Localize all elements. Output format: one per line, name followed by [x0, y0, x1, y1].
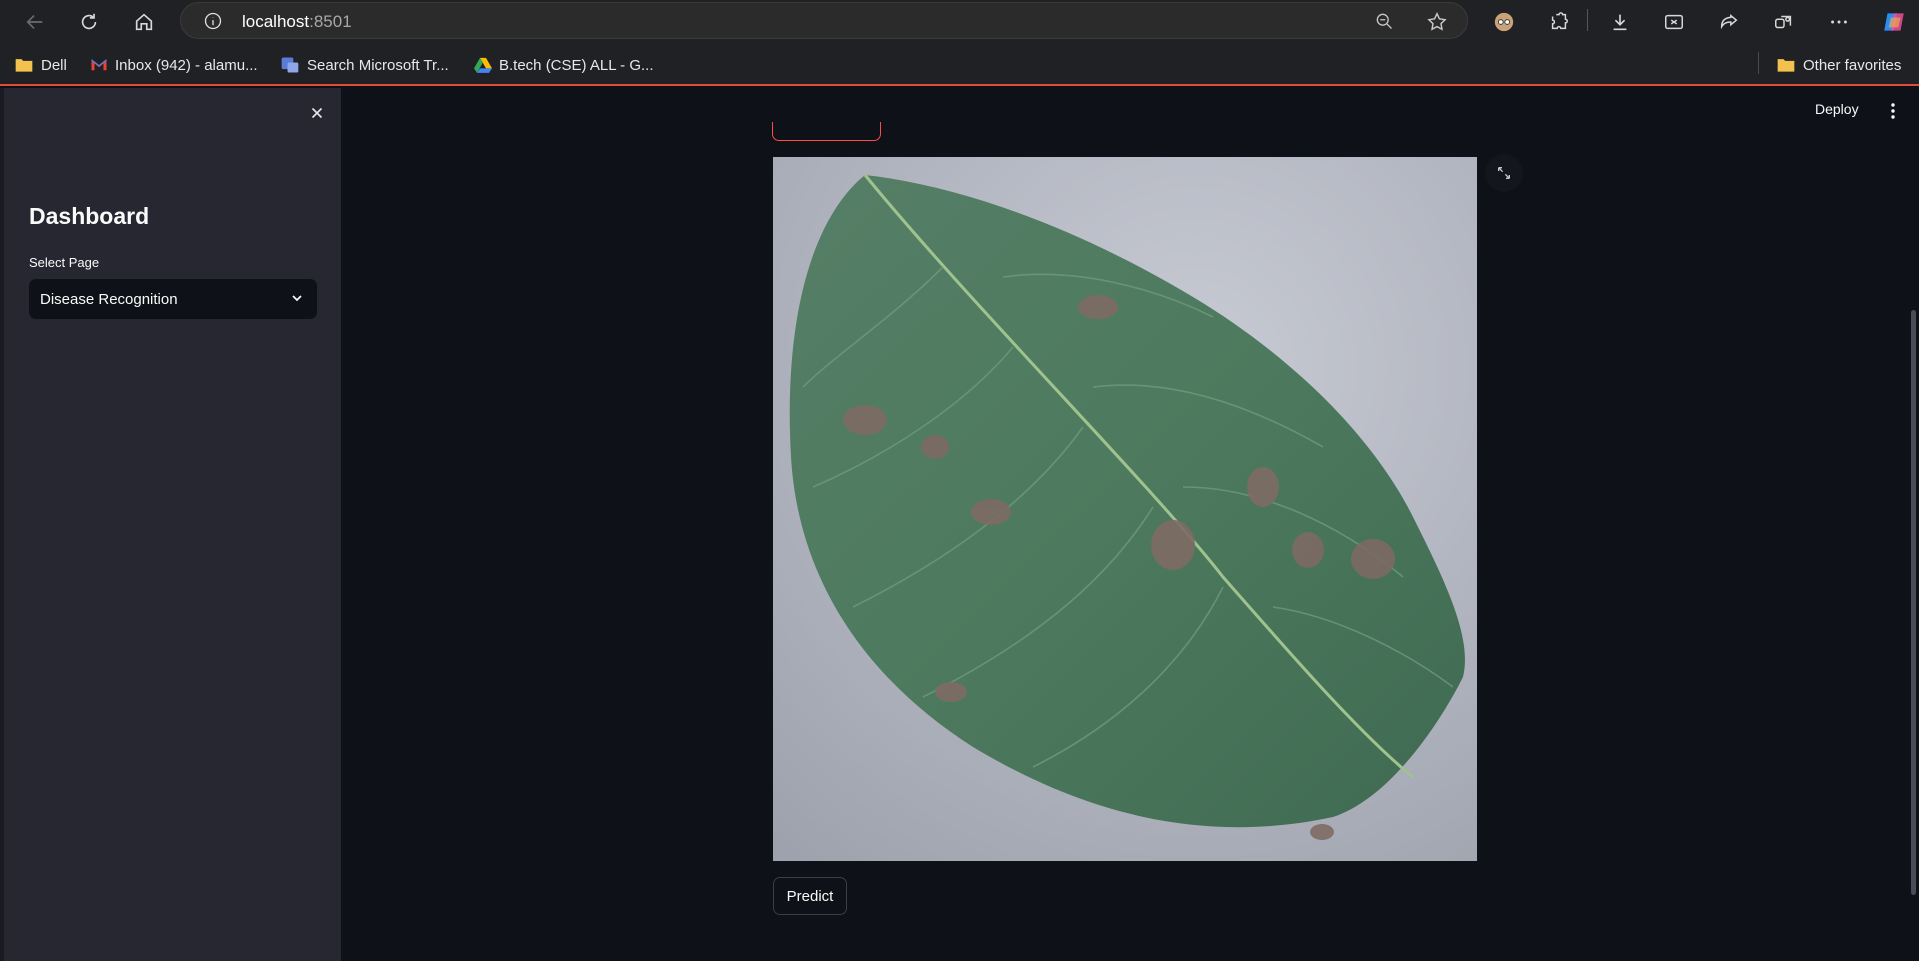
- show-image-button[interactable]: [772, 122, 881, 141]
- close-icon: [311, 107, 323, 119]
- back-button[interactable]: [19, 6, 51, 38]
- favorite-star-icon[interactable]: [1426, 11, 1448, 38]
- bookmark-dell[interactable]: Dell: [14, 54, 67, 76]
- bookmark-label: B.tech (CSE) ALL - G...: [499, 56, 654, 74]
- bookmark-drive[interactable]: B.tech (CSE) ALL - G...: [474, 54, 654, 76]
- uploaded-leaf-image: [773, 157, 1477, 861]
- select-page-value: Disease Recognition: [40, 290, 178, 308]
- extensions-puzzle-icon[interactable]: [1543, 6, 1575, 38]
- collections-icon[interactable]: [1768, 6, 1800, 38]
- bookmarks-divider: [1758, 52, 1759, 74]
- close-sidebar-button[interactable]: [303, 99, 331, 127]
- url-port: :8501: [309, 12, 352, 31]
- sidebar-edge: [0, 88, 4, 961]
- zoom-out-icon[interactable]: [1374, 11, 1394, 36]
- browser-toolbar: localhost:8501: [0, 0, 1919, 42]
- fullscreen-button[interactable]: [1485, 154, 1523, 192]
- downloads-icon[interactable]: [1604, 6, 1636, 38]
- expand-icon: [1498, 167, 1510, 179]
- predict-button[interactable]: Predict: [773, 877, 847, 915]
- reload-icon: [81, 13, 97, 30]
- bookmarks-bar: Dell Inbox (942) - alamu... Search Micro…: [0, 42, 1919, 86]
- main-menu-button[interactable]: [1886, 100, 1900, 122]
- kebab-menu-icon: [1891, 103, 1895, 119]
- bookmark-translator[interactable]: Search Microsoft Tr...: [280, 54, 449, 76]
- bookmark-inbox[interactable]: Inbox (942) - alamu...: [90, 54, 258, 76]
- gmail-icon: [90, 58, 108, 72]
- copilot-icon[interactable]: [1878, 6, 1910, 38]
- scrollbar-thumb[interactable]: [1911, 310, 1916, 895]
- bookmark-label: Search Microsoft Tr...: [307, 56, 449, 74]
- screenshot-icon[interactable]: [1658, 6, 1690, 38]
- other-favorites[interactable]: Other favorites: [1776, 54, 1901, 76]
- site-info-icon[interactable]: [203, 11, 223, 36]
- other-favorites-label: Other favorites: [1803, 56, 1902, 74]
- url-host: localhost: [242, 12, 310, 31]
- url-text: localhost:8501: [242, 12, 352, 32]
- reload-button[interactable]: [73, 6, 105, 38]
- address-bar[interactable]: localhost:8501: [180, 2, 1468, 39]
- deploy-button[interactable]: Deploy: [1815, 101, 1859, 117]
- translator-icon: [280, 55, 300, 75]
- share-icon[interactable]: [1713, 6, 1745, 38]
- folder-icon: [14, 56, 34, 74]
- chevron-down-icon: [289, 290, 305, 311]
- sidebar-title: Dashboard: [29, 203, 150, 229]
- bookmark-label: Dell: [41, 56, 67, 74]
- select-page-label: Select Page: [29, 255, 100, 270]
- home-icon: [135, 13, 153, 31]
- select-page-dropdown[interactable]: Disease Recognition: [29, 279, 317, 319]
- toolbar-divider: [1587, 9, 1588, 31]
- folder-icon: [1776, 56, 1796, 74]
- back-arrow-icon: [26, 14, 43, 30]
- home-button[interactable]: [128, 6, 160, 38]
- google-drive-icon: [474, 57, 492, 73]
- bookmark-label: Inbox (942) - alamu...: [115, 56, 258, 74]
- profile-avatar-icon[interactable]: [1488, 6, 1520, 38]
- more-options-icon[interactable]: [1823, 6, 1855, 38]
